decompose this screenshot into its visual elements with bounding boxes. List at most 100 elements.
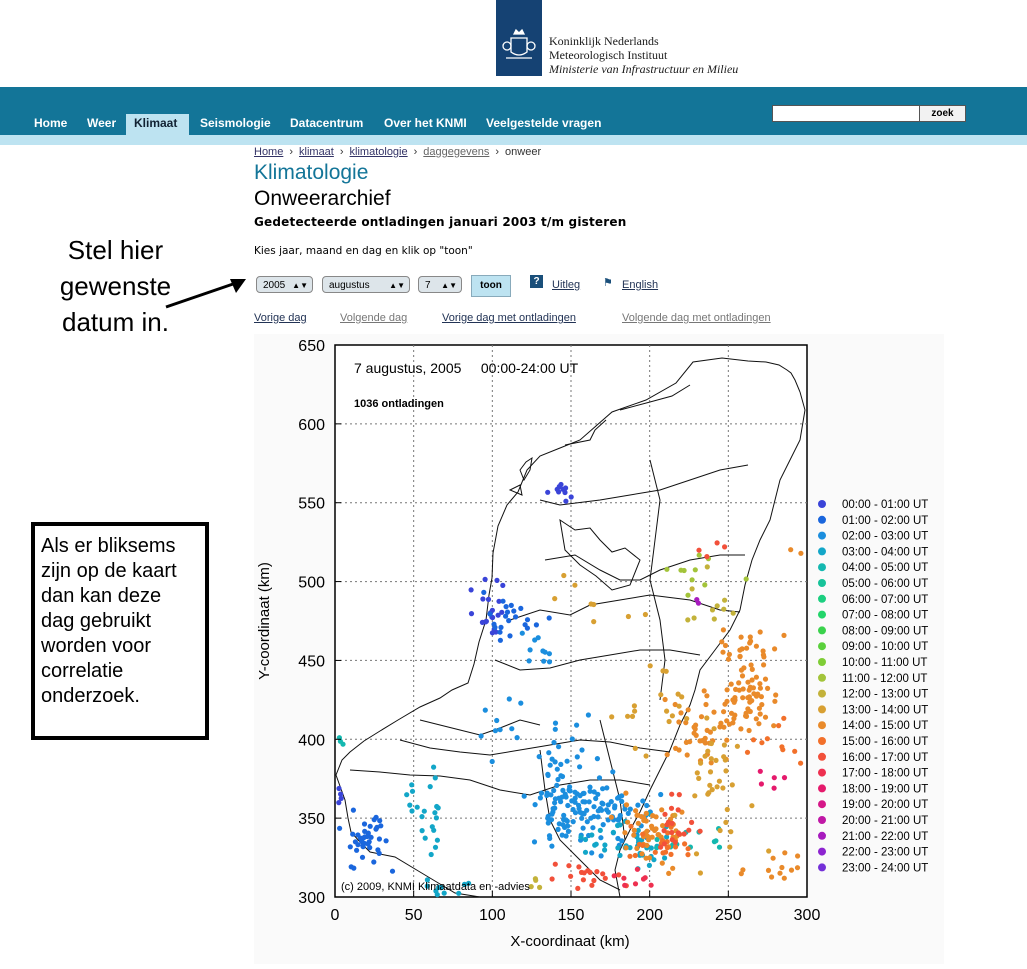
strike-point: [565, 828, 572, 835]
strike-point: [632, 745, 638, 752]
strike-point: [756, 705, 763, 711]
strike-point: [578, 834, 584, 840]
strike-point: [655, 832, 661, 838]
strike-point: [591, 601, 597, 608]
strike-point: [692, 567, 698, 573]
logo-emblem[interactable]: [496, 0, 542, 76]
strike-point: [419, 828, 425, 834]
strike-point: [661, 841, 668, 847]
strike-point: [684, 716, 690, 722]
strike-point: [658, 692, 664, 698]
strike-point: [717, 827, 723, 834]
question-icon[interactable]: ?: [530, 275, 543, 288]
breadcrumb-daggegevens[interactable]: daggegevens: [423, 146, 489, 158]
volgende-dag-ontladingen-link[interactable]: Volgende dag met ontladingen: [622, 312, 771, 324]
strike-point: [771, 785, 777, 791]
strike-point: [609, 714, 615, 720]
strike-point: [556, 744, 562, 750]
search-button[interactable]: zoek: [919, 105, 966, 122]
strike-point: [698, 760, 704, 766]
strike-point: [666, 870, 672, 877]
strike-point: [497, 727, 503, 733]
year-select[interactable]: 2005 ▲▼: [256, 276, 313, 293]
strike-point: [622, 882, 628, 888]
strike-point: [561, 812, 567, 819]
strike-point: [599, 800, 605, 806]
annotation-box: Als er bliksems zijn op de kaart dan kan…: [31, 522, 209, 740]
strike-point: [724, 687, 730, 693]
nav-item-over-het-knmi[interactable]: Over het KNMI: [376, 114, 475, 135]
strike-point: [498, 624, 504, 631]
vorige-dag-ontladingen-link[interactable]: Vorige dag met ontladingen: [442, 312, 576, 324]
nav-item-veelgestelde-vragen[interactable]: Veelgestelde vragen: [478, 114, 609, 135]
vorige-dag-link[interactable]: Vorige dag: [254, 312, 307, 324]
toon-button[interactable]: toon: [471, 275, 511, 297]
logo-line: Ministerie van Infrastructuur en Milieu: [549, 62, 739, 76]
strike-point: [338, 795, 344, 802]
strike-point: [591, 804, 597, 810]
strike-point: [697, 828, 703, 834]
strike-point: [551, 739, 557, 746]
strike-point: [648, 882, 654, 888]
annotation-line: correlatie: [41, 660, 124, 682]
strike-point: [696, 552, 702, 558]
strike-point: [635, 802, 641, 808]
strike-point: [617, 852, 623, 859]
strike-point: [536, 754, 542, 760]
strike-point: [489, 758, 495, 765]
strike-point: [495, 612, 501, 618]
select-arrows-icon: ▲▼: [389, 281, 405, 290]
breadcrumb-klimatologie[interactable]: klimatologie: [350, 146, 408, 158]
strike-point: [348, 864, 354, 870]
strike-point: [414, 804, 420, 810]
strike-point: [694, 770, 700, 776]
strike-point: [619, 798, 625, 805]
strike-point: [639, 851, 645, 857]
legend-label: 12:00 - 13:00 UT: [842, 689, 928, 701]
strike-point: [612, 805, 618, 811]
strike-point: [591, 877, 597, 884]
nav-item-seismologie[interactable]: Seismologie: [192, 114, 279, 135]
day-select[interactable]: 7 ▲▼: [418, 276, 462, 293]
strike-point: [798, 550, 804, 556]
english-link[interactable]: English: [622, 279, 658, 291]
nav-item-datacentrum[interactable]: Datacentrum: [282, 114, 371, 135]
nav-item-weer[interactable]: Weer: [79, 114, 124, 135]
nav-item-klimaat[interactable]: Klimaat: [126, 114, 189, 135]
page-title: Onweerarchief: [254, 187, 391, 210]
strike-point: [736, 680, 742, 686]
strike-point: [361, 821, 368, 827]
strike-point: [795, 853, 801, 859]
strike-point: [521, 793, 527, 799]
strike-point: [419, 814, 425, 820]
month-select[interactable]: augustus ▲▼: [322, 276, 410, 293]
strike-point: [485, 596, 492, 603]
annotation-line: Stel hier: [67, 235, 164, 265]
strike-point: [744, 749, 751, 755]
strike-point: [478, 733, 484, 739]
search-input[interactable]: [772, 105, 920, 122]
legend-marker: [818, 768, 826, 777]
volgende-dag-link[interactable]: Volgende dag: [340, 312, 407, 324]
strike-point: [721, 709, 727, 715]
strike-point: [643, 753, 649, 759]
strike-point: [492, 728, 498, 734]
y-tick-label: 400: [298, 732, 325, 749]
breadcrumb-home[interactable]: Home: [254, 146, 283, 158]
strike-point: [340, 741, 346, 747]
strike-point: [678, 567, 684, 573]
breadcrumb-klimaat[interactable]: klimaat: [299, 146, 334, 158]
strike-point: [692, 726, 698, 732]
strike-point: [531, 839, 538, 845]
strike-point: [669, 837, 675, 843]
help-link[interactable]: Uitleg: [552, 279, 580, 291]
strike-point: [675, 807, 681, 813]
strike-point: [581, 811, 587, 817]
nav-item-home[interactable]: Home: [26, 114, 75, 135]
strike-point: [565, 802, 571, 809]
strike-point: [708, 740, 715, 747]
strike-point: [575, 885, 581, 892]
strike-point: [376, 836, 382, 842]
strike-point: [427, 784, 433, 790]
strike-point: [542, 649, 548, 655]
